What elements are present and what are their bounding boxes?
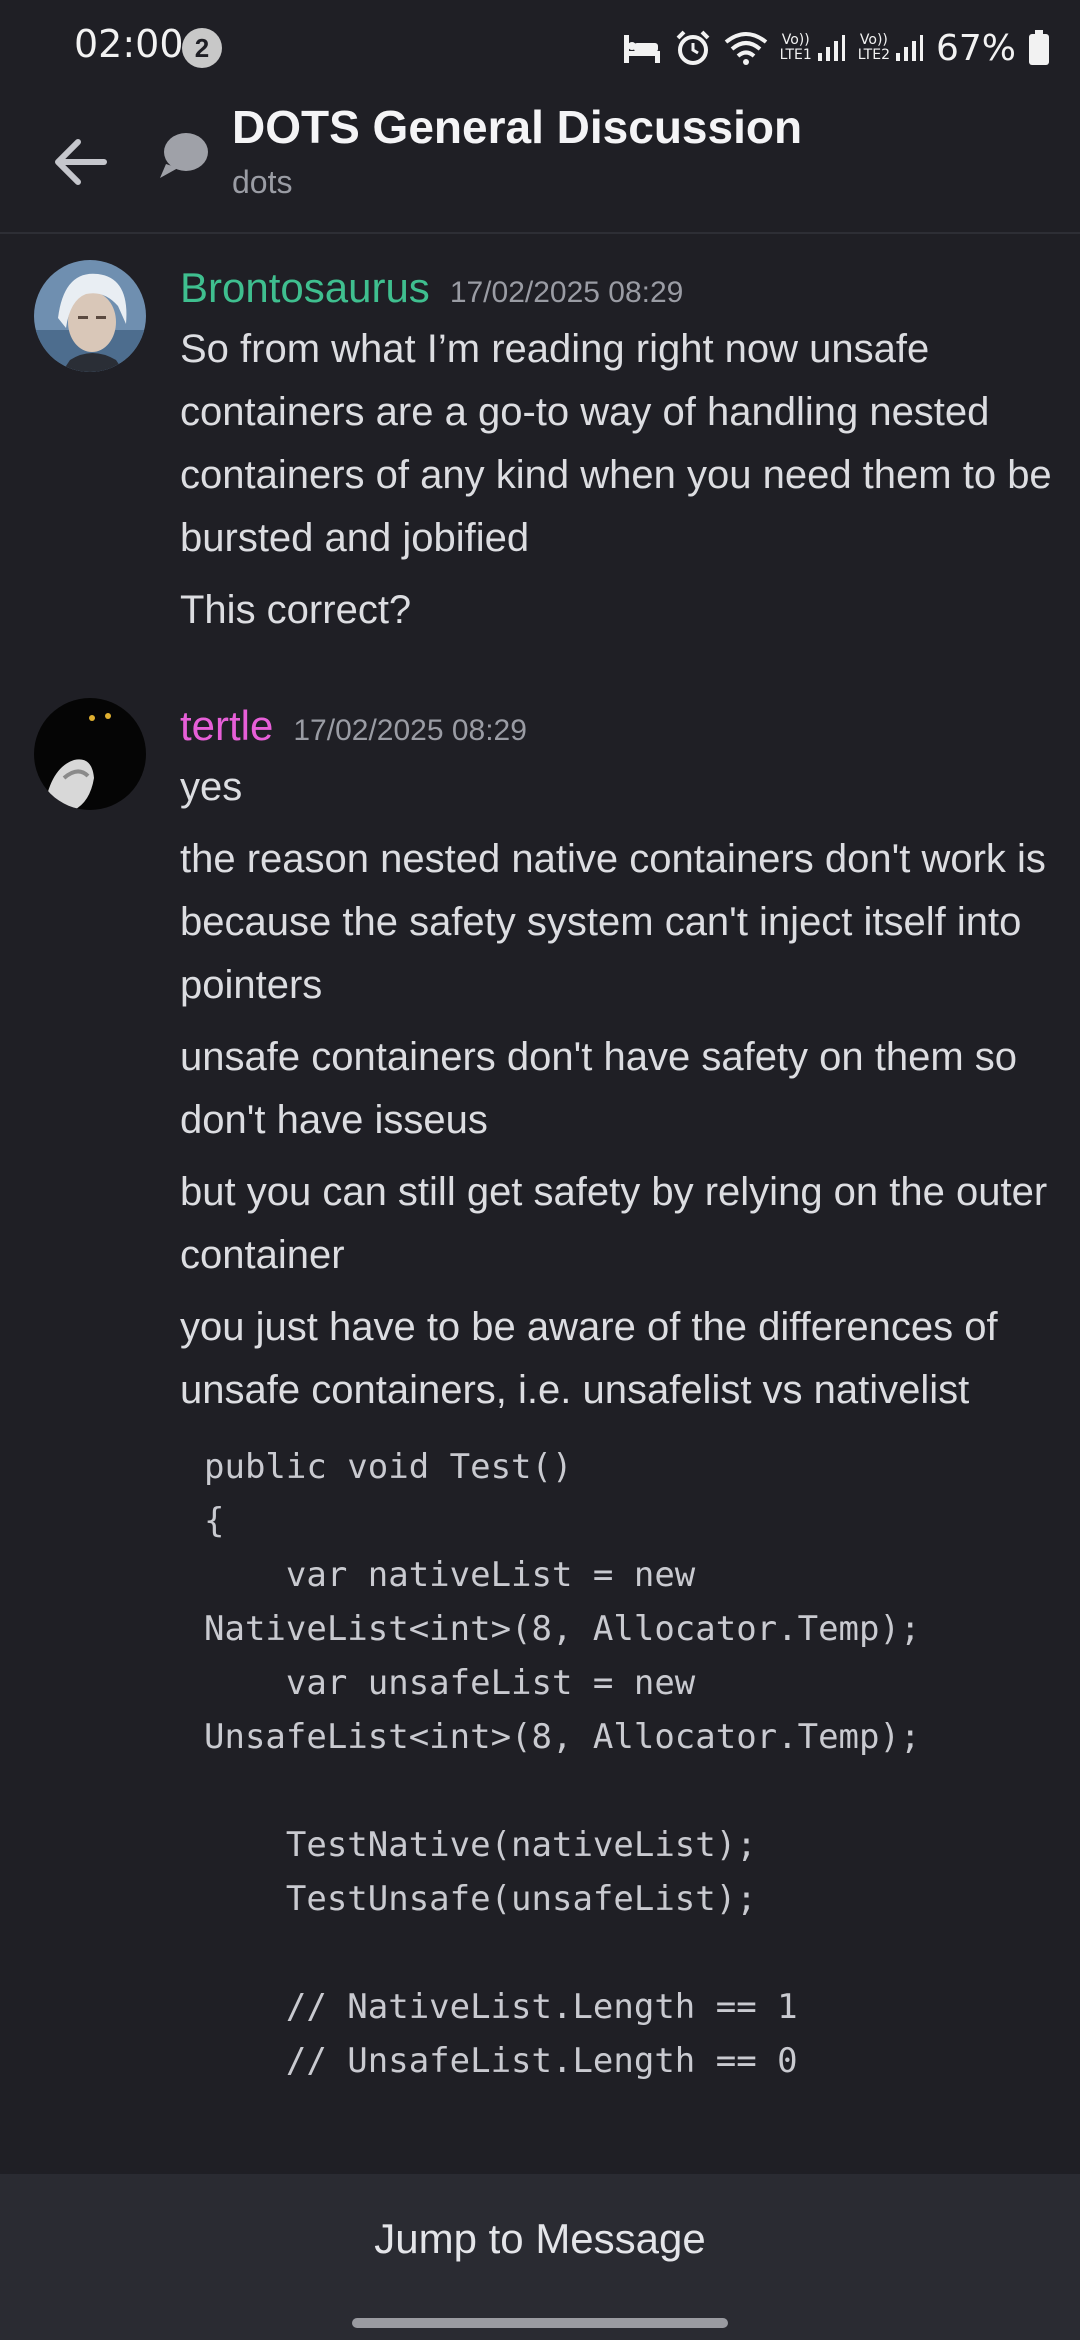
message-text: but you can still get safety by relying … [180,1170,1048,1277]
message-text: unsafe containers don't have safety on t… [180,1035,1018,1142]
channel-subtitle: dots [232,164,293,200]
message-text: you just have to be aware of the differe… [180,1305,998,1412]
wifi-icon [724,32,767,65]
message-body: yes the reason nested native containers … [180,756,1060,2088]
message-text: yes [180,765,243,809]
author-name[interactable]: Brontosaurus [180,264,430,311]
status-bar: 02:00 2 Vo)) LTE1 Vo)) LTE2 67% [0,0,1080,96]
message-text: So from what I’m reading right now unsaf… [180,327,1052,560]
avatar-image [34,698,146,810]
sim2-network-label: LTE2 [857,47,890,63]
sim2-signal: Vo)) LTE2 [858,33,924,63]
battery-icon [1029,30,1049,65]
message-list[interactable]: Brontosaurus 17/02/2025 08:29 So from wha… [0,234,1080,2174]
signal-bars-icon [817,35,845,61]
sleep-mode-icon [623,35,660,63]
channel-title: DOTS General Discussion [232,101,803,153]
thread-icon [160,133,208,178]
jump-bar: Jump to Message [0,2174,1080,2340]
battery-percentage: 67% [935,27,1016,69]
code-block: public void Test() { var nativeList = ne… [204,1447,921,2081]
sim1-network-label: LTE1 [779,47,812,63]
channel-header: DOTS General Discussion dots [0,96,1080,234]
sim1-signal: Vo)) LTE1 [780,33,846,63]
message-header: tertle 17/02/2025 08:29 [180,702,527,750]
avatar[interactable] [34,698,146,810]
signal-bars-icon [895,35,923,61]
message-header: Brontosaurus 17/02/2025 08:29 [180,264,683,312]
avatar[interactable] [34,260,146,372]
home-indicator[interactable] [352,2318,728,2328]
message-text: This correct? [180,588,412,632]
sim1-label: Vo)) LTE1 [780,33,812,63]
timestamp: 17/02/2025 08:29 [449,276,684,309]
timestamp: 17/02/2025 08:29 [293,714,527,747]
status-time: 02:00 [74,22,184,66]
avatar-image [34,260,146,372]
author-name[interactable]: tertle [180,702,273,749]
notification-count-badge: 2 [182,28,222,68]
alarm-icon [676,30,710,65]
message-text: the reason nested native containers don'… [180,837,1046,1007]
sim1-volte-label: Vo)) [781,32,810,48]
sim2-volte-label: Vo)) [859,32,888,48]
back-arrow-icon [55,139,107,185]
message-body: So from what I’m reading right now unsaf… [180,318,1060,651]
jump-to-message-button[interactable]: Jump to Message [0,2174,1080,2304]
status-icons: Vo)) LTE1 Vo)) LTE2 67% [622,24,1050,72]
sim2-label: Vo)) LTE2 [858,33,890,63]
back-button[interactable] [40,122,120,202]
